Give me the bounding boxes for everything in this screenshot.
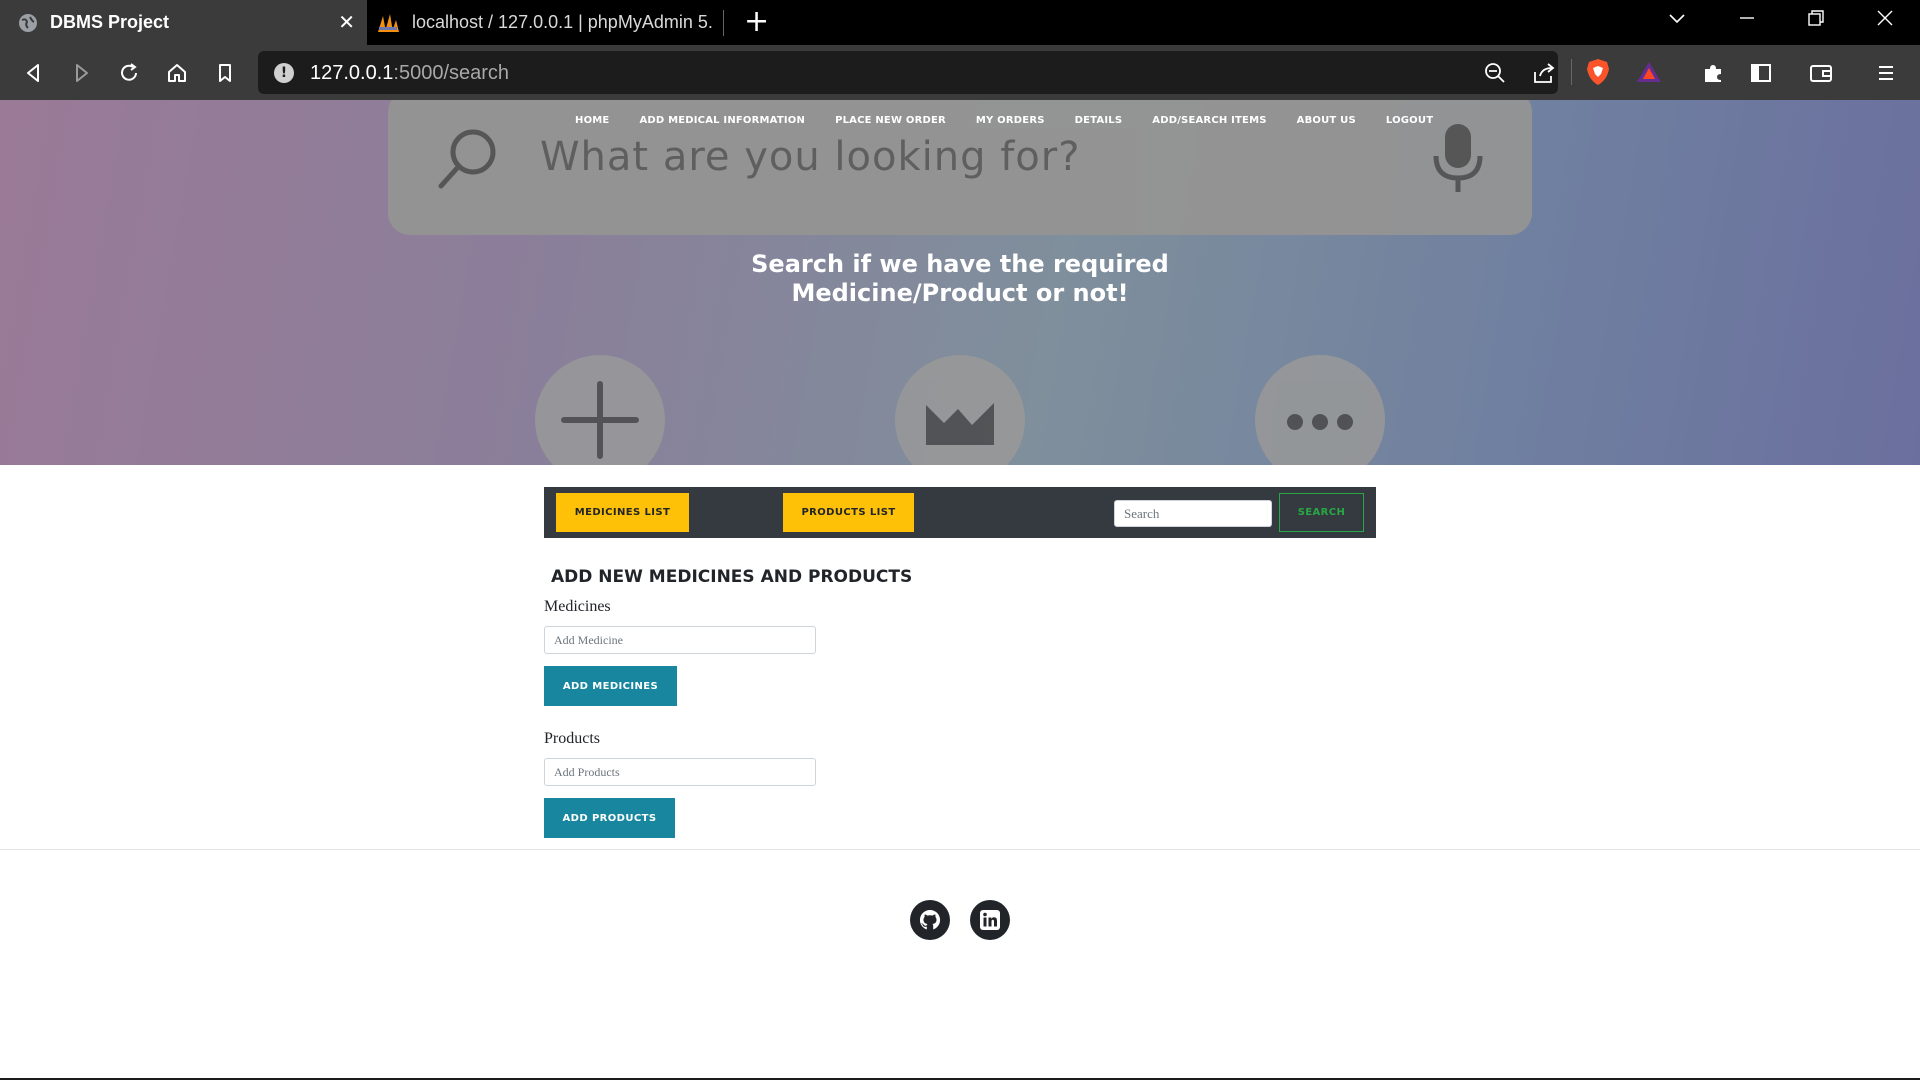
browser-tab-strip: DBMS Project ✕ localhost / 127.0.0.1 | p… <box>0 0 1920 45</box>
more-icon <box>1287 414 1353 430</box>
nav-link-add-medical-information[interactable]: ADD MEDICAL INFORMATION <box>639 115 805 129</box>
tab-divider <box>723 10 724 36</box>
hero-circle-plus[interactable] <box>535 355 665 465</box>
page-content: What are you looking for? HOME ADD MEDIC… <box>0 100 1920 1080</box>
linkedin-icon <box>980 910 1000 930</box>
forward-icon[interactable] <box>67 59 95 87</box>
github-link[interactable] <box>910 900 950 940</box>
hero-search-placeholder[interactable]: What are you looking for? <box>540 134 1080 180</box>
list-search-button[interactable]: SEARCH <box>1279 493 1364 532</box>
tab-phpmyadmin[interactable]: localhost / 127.0.0.1 | phpMyAdmin 5. <box>372 0 724 45</box>
url-host: 127.0.0.1 <box>310 62 394 84</box>
nav-link-about-us[interactable]: ABOUT US <box>1297 115 1356 129</box>
hero-heading: Search if we have the required Medicine/… <box>660 250 1260 308</box>
tab-title: localhost / 127.0.0.1 | phpMyAdmin 5. <box>412 12 712 32</box>
nav-link-add-search-items[interactable]: ADD/SEARCH ITEMS <box>1152 115 1266 129</box>
home-icon[interactable] <box>163 59 191 87</box>
list-search-input[interactable]: Search <box>1114 500 1272 527</box>
hero-circle-more[interactable] <box>1255 355 1385 465</box>
top-navigation: HOME ADD MEDICAL INFORMATION PLACE NEW O… <box>575 115 1463 129</box>
nav-link-place-new-order[interactable]: PLACE NEW ORDER <box>835 115 946 129</box>
tab-list-chevron-icon[interactable] <box>1668 8 1686 32</box>
site-info-icon[interactable]: ! <box>274 63 294 83</box>
nav-link-details[interactable]: DETAILS <box>1075 115 1123 129</box>
menu-icon[interactable] <box>1872 59 1900 87</box>
address-bar[interactable]: ! 127.0.0.1:5000/search <box>258 51 1661 94</box>
list-navbar: MEDICINES LIST PRODUCTS LIST Search SEAR… <box>544 487 1376 538</box>
add-medicines-button[interactable]: ADD MEDICINES <box>544 666 677 706</box>
add-products-input[interactable]: Add Products <box>544 758 816 786</box>
search-icon <box>438 129 496 189</box>
wallet-icon[interactable] <box>1807 59 1835 87</box>
footer-divider <box>0 849 1920 850</box>
brave-shield-icon[interactable] <box>1585 58 1611 90</box>
nav-link-home[interactable]: HOME <box>575 115 609 129</box>
medicines-list-button[interactable]: MEDICINES LIST <box>556 493 689 532</box>
close-tab-icon[interactable]: ✕ <box>338 10 355 34</box>
medicines-label: Medicines <box>544 598 611 615</box>
products-label: Products <box>544 730 600 747</box>
microphone-icon[interactable] <box>1428 120 1488 200</box>
github-icon <box>919 909 941 930</box>
brave-rewards-icon[interactable] <box>1636 60 1662 88</box>
products-list-button[interactable]: PRODUCTS LIST <box>783 493 914 532</box>
add-section-heading: ADD NEW MEDICINES AND PRODUCTS <box>551 567 913 587</box>
url-path: :5000/search <box>393 62 510 84</box>
sidebar-toggle-icon[interactable] <box>1747 59 1775 87</box>
zoom-icon[interactable] <box>1484 62 1506 88</box>
bookmark-icon[interactable] <box>211 59 239 87</box>
hero-circle-crown[interactable] <box>895 355 1025 465</box>
url-text[interactable]: 127.0.0.1:5000/search <box>310 62 509 85</box>
tab-dbms-project[interactable]: DBMS Project ✕ <box>0 0 367 45</box>
plus-icon <box>561 381 639 459</box>
linkedin-link[interactable] <box>970 900 1010 940</box>
restore-icon[interactable] <box>1807 8 1825 32</box>
minimize-icon[interactable] <box>1738 8 1756 32</box>
back-icon[interactable] <box>20 59 48 87</box>
phpmyadmin-icon <box>378 13 399 32</box>
add-products-button[interactable]: ADD PRODUCTS <box>544 798 675 838</box>
browser-toolbar: ! 127.0.0.1:5000/search <box>0 45 1920 100</box>
add-medicine-input[interactable]: Add Medicine <box>544 626 816 654</box>
close-window-icon[interactable] <box>1876 8 1894 32</box>
hero-heading-line-1: Search if we have the required <box>751 250 1169 278</box>
nav-link-logout[interactable]: LOGOUT <box>1386 115 1433 129</box>
tab-title: DBMS Project <box>50 12 170 32</box>
crown-icon <box>926 403 994 445</box>
share-icon[interactable] <box>1532 62 1556 88</box>
reload-icon[interactable] <box>115 59 143 87</box>
hero-section: What are you looking for? HOME ADD MEDIC… <box>0 100 1920 465</box>
extensions-icon[interactable] <box>1699 59 1727 87</box>
urlbar-divider <box>1571 59 1572 85</box>
globe-icon <box>19 13 37 32</box>
nav-link-my-orders[interactable]: MY ORDERS <box>976 115 1045 129</box>
new-tab-icon[interactable]: + <box>744 6 769 38</box>
hero-heading-line-2: Medicine/Product or not! <box>791 279 1129 307</box>
